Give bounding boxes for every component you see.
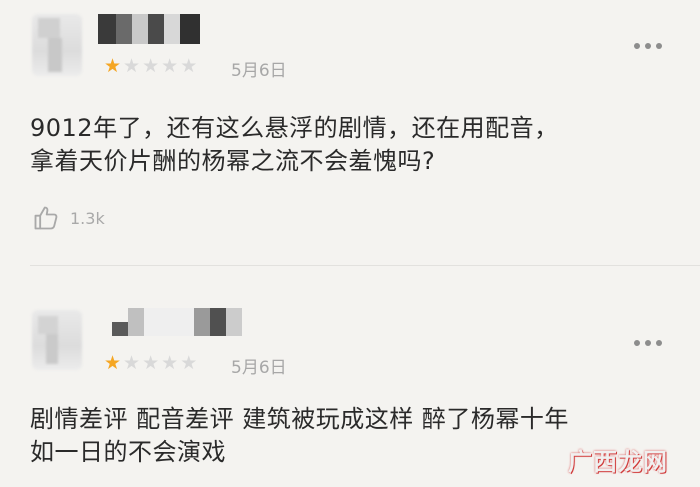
username-blurred[interactable] (112, 308, 242, 340)
avatar[interactable] (32, 310, 82, 370)
like-button[interactable]: 1.3k (32, 204, 105, 232)
star-rating: ★ ★ ★ ★ ★ (104, 354, 197, 373)
review-date: 5月6日 (231, 61, 287, 81)
star-rating: ★ ★ ★ ★ ★ (104, 57, 197, 76)
star-icon: ★ (180, 352, 198, 374)
review-date: 5月6日 (231, 358, 287, 378)
more-options-icon[interactable] (634, 43, 662, 49)
watermark: 广西龙网 (568, 448, 668, 476)
thumbs-up-icon (34, 206, 58, 230)
review-text: 9012年了，还有这么悬浮的剧情，还在用配音， 拿着天价片酬的杨幂之流不会羞愧吗… (30, 112, 680, 178)
review-text-line: 9012年了，还有这么悬浮的剧情，还在用配音， (30, 114, 559, 142)
star-icon: ★ (142, 352, 160, 374)
username-blurred[interactable] (98, 14, 200, 46)
review-item: ★ ★ ★ ★ ★ 5月6日 9012年了，还有这么悬浮的剧情，还在用配音， 拿… (0, 0, 700, 265)
star-icon: ★ (142, 55, 160, 77)
avatar[interactable] (32, 14, 82, 76)
star-icon: ★ (161, 352, 179, 374)
like-count: 1.3k (70, 208, 105, 228)
star-icon: ★ (123, 55, 141, 77)
star-icon: ★ (161, 55, 179, 77)
star-icon: ★ (104, 55, 122, 77)
star-icon: ★ (180, 55, 198, 77)
review-text-line: 剧情差评 配音差评 建筑被玩成这样 醉了杨幂十年 (30, 405, 569, 433)
review-text-line: 拿着天价片酬的杨幂之流不会羞愧吗? (30, 147, 436, 175)
star-icon: ★ (123, 352, 141, 374)
more-options-icon[interactable] (634, 340, 662, 346)
star-icon: ★ (104, 352, 122, 374)
